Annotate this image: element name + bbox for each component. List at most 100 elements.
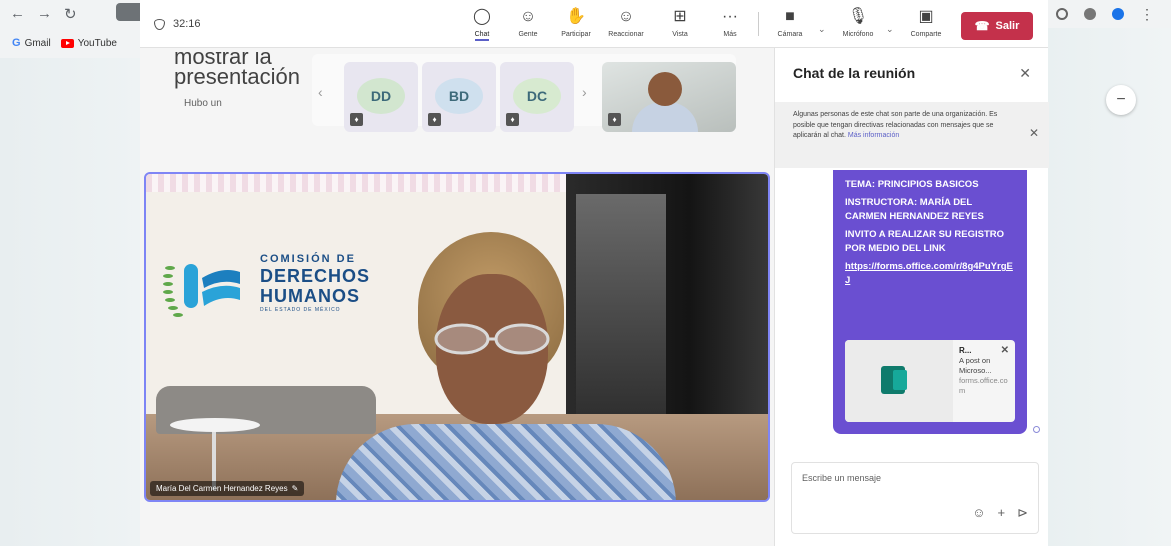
compose-box[interactable]: Escribe un mensaje ☺ + ⊳ bbox=[791, 462, 1039, 534]
link-preview-card[interactable]: R... A post on Microso... forms.office.c… bbox=[845, 340, 1015, 422]
speaker-name: María Del Carmen Hernandez Reyes bbox=[156, 484, 288, 493]
send-icon[interactable]: ⊳ bbox=[1017, 505, 1028, 521]
people-label: Gente bbox=[518, 31, 538, 38]
chevron-left-icon[interactable]: ‹ bbox=[318, 84, 323, 100]
hand-icon: ✋ bbox=[566, 8, 586, 25]
shield-icon bbox=[154, 18, 165, 30]
speaker-name-tag: María Del Carmen Hernandez Reyes ✎ bbox=[150, 481, 305, 496]
forms-icon bbox=[881, 366, 907, 394]
participant-tile[interactable]: BD ♦ bbox=[422, 62, 496, 132]
close-icon[interactable]: ✕ bbox=[1001, 344, 1009, 358]
raise-hand-button[interactable]: ✋ Participar bbox=[554, 8, 598, 38]
people-button[interactable]: ☺ Gente bbox=[506, 8, 550, 38]
more-icon: ··· bbox=[722, 8, 738, 25]
browser-menu-icon[interactable]: ⋮ bbox=[1140, 6, 1154, 23]
share-button[interactable]: ▣ Comparte bbox=[904, 8, 948, 38]
participant-video-tile[interactable]: ♦ bbox=[602, 62, 736, 132]
bookmark-gmail[interactable]: G Gmail bbox=[12, 37, 51, 49]
bookmark-youtube[interactable]: YouTube bbox=[60, 37, 117, 49]
avatar-initials: DC bbox=[526, 88, 548, 104]
page-background-left bbox=[0, 58, 140, 546]
back-icon[interactable]: ← bbox=[10, 5, 25, 23]
compose-actions: ☺ + ⊳ bbox=[972, 505, 1028, 521]
toolbar-divider bbox=[758, 12, 759, 36]
view-label: Vista bbox=[672, 31, 688, 38]
camera-button[interactable]: ■ Cámara bbox=[768, 8, 812, 38]
mic-label: Micrófono bbox=[842, 31, 874, 38]
avatar: DD bbox=[357, 78, 405, 114]
mic-muted-icon: ♦ bbox=[506, 113, 519, 126]
chevron-right-icon[interactable]: › bbox=[582, 84, 587, 100]
participant-tile[interactable]: DD ♦ bbox=[344, 62, 418, 132]
leave-button[interactable]: ☎ Salir bbox=[961, 12, 1033, 40]
view-button[interactable]: ⊞ Vista bbox=[658, 8, 702, 38]
chat-policy-notice: Algunas personas de este chat son parte … bbox=[775, 102, 1049, 168]
react-label: Reaccionar bbox=[608, 31, 644, 38]
collapse-icon[interactable]: − bbox=[1106, 85, 1136, 115]
avatar: DC bbox=[513, 78, 561, 114]
chat-message: TEMA: PRINCIPIOS BASICOS INSTRUCTORA: MA… bbox=[833, 170, 1027, 434]
compose-placeholder: Escribe un mensaje bbox=[802, 473, 882, 483]
participant-tile[interactable]: DC ♦ bbox=[500, 62, 574, 132]
raise-label: Participar bbox=[561, 31, 591, 38]
share-label: Comparte bbox=[910, 31, 942, 38]
link-preview-description: A post on Microso... bbox=[959, 356, 992, 375]
more-info-link[interactable]: Más información bbox=[848, 132, 899, 139]
meeting-toolbar: 32:16 ◯ Chat ☺ Gente ✋ Participar ☺ Reac… bbox=[140, 0, 1048, 48]
reload-icon[interactable]: ↻ bbox=[64, 5, 77, 23]
more-button[interactable]: ··· Más bbox=[708, 8, 752, 38]
background-table bbox=[170, 418, 260, 432]
pin-icon: ✎ bbox=[291, 484, 299, 493]
forward-icon[interactable]: → bbox=[37, 5, 52, 23]
logo-line: DEL ESTADO DE MÉXICO bbox=[260, 307, 341, 313]
plus-icon[interactable]: + bbox=[998, 505, 1006, 521]
avatar-initials: BD bbox=[448, 88, 470, 104]
avatar-initials: DD bbox=[370, 88, 392, 104]
close-icon[interactable]: ✕ bbox=[1029, 127, 1039, 138]
bookmark-label: Gmail bbox=[24, 37, 51, 49]
page-background-right bbox=[1048, 0, 1171, 546]
mic-button[interactable]: 🎙 Micrófono bbox=[836, 8, 880, 38]
emoji-icon[interactable]: ☺ bbox=[972, 505, 985, 521]
speaker-video bbox=[336, 424, 676, 500]
presentation-notice: mostrar la presentación Hubo un bbox=[174, 52, 314, 109]
speaker-video bbox=[434, 323, 550, 355]
wall-pattern bbox=[146, 174, 576, 192]
cdh-logo-mark bbox=[163, 264, 240, 317]
meeting-chat-panel: Chat de la reunión ✕ Algunas personas de… bbox=[774, 48, 1049, 546]
logo-line: DERECHOS bbox=[260, 266, 371, 286]
mic-options-icon[interactable]: ⌄ bbox=[886, 24, 894, 35]
timer-text: 32:16 bbox=[173, 18, 201, 30]
mic-muted-icon: ♦ bbox=[428, 113, 441, 126]
bookmark-label: YouTube bbox=[77, 37, 117, 49]
chat-button[interactable]: ◯ Chat bbox=[460, 8, 504, 41]
emoji-icon: ☺ bbox=[617, 8, 635, 25]
profile-icon[interactable] bbox=[1056, 8, 1068, 20]
mic-muted-icon: ♦ bbox=[608, 113, 621, 126]
camera-options-icon[interactable]: ⌄ bbox=[818, 24, 826, 35]
grid-icon: ⊞ bbox=[673, 8, 687, 25]
participant-rail: ‹ DD ♦ BD ♦ DC ♦ › ♦ bbox=[312, 54, 736, 132]
chat-title: Chat de la reunión bbox=[793, 65, 916, 81]
logo-line: COMISIÓN DE bbox=[260, 253, 356, 265]
link-preview-image bbox=[845, 340, 953, 422]
teams-meeting-window: 32:16 ◯ Chat ☺ Gente ✋ Participar ☺ Reac… bbox=[140, 0, 1049, 546]
message-line: TEMA: PRINCIPIOS BASICOS bbox=[845, 179, 979, 190]
message-line: INSTRUCTORA: MARÍA DEL CARMEN HERNANDEZ … bbox=[845, 197, 984, 222]
participant-video bbox=[648, 72, 682, 106]
mic-off-icon: 🎙 bbox=[847, 8, 869, 25]
message-line: INVITO A REALIZAR SU REGISTRO POR MEDIO … bbox=[845, 229, 1005, 254]
mic-muted-icon: ♦ bbox=[350, 113, 363, 126]
react-button[interactable]: ☺ Reaccionar bbox=[604, 8, 648, 38]
shield-extension-icon[interactable] bbox=[1112, 8, 1124, 20]
presentation-title: presentación bbox=[174, 64, 300, 89]
main-video-stage[interactable]: COMISIÓN DE DERECHOS HUMANOS DEL ESTADO … bbox=[144, 172, 770, 502]
participant-video bbox=[632, 102, 698, 132]
background-window bbox=[576, 194, 666, 414]
message-link[interactable]: https://forms.office.com/r/8g4PuYrgEJ bbox=[845, 260, 1015, 288]
chat-icon: ◯ bbox=[473, 8, 491, 25]
extension-icon[interactable] bbox=[1084, 8, 1096, 20]
extensions-bar: ⋮ bbox=[1048, 0, 1171, 28]
close-icon[interactable]: ✕ bbox=[1019, 65, 1031, 82]
cdh-logo: COMISIÓN DE DERECHOS HUMANOS DEL ESTADO … bbox=[162, 254, 382, 324]
